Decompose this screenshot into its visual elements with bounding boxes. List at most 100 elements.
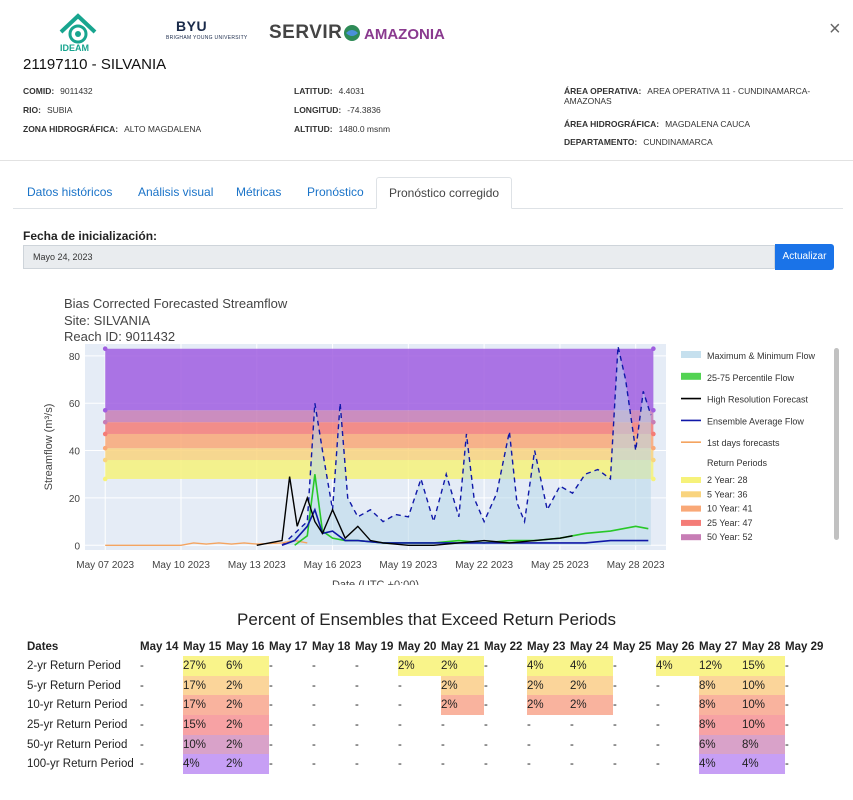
x-tick-label: May 22 2023	[455, 560, 513, 571]
legend-swatch-marker	[688, 492, 694, 497]
table-cell: -	[441, 738, 445, 751]
table-cell: 2%	[226, 715, 269, 735]
legend-label: 50 Year: 52	[707, 532, 753, 542]
table-cell: -	[441, 758, 445, 771]
legend-return-periods: Return Periods	[707, 458, 768, 468]
table-row: 50-yr Return Period -10% 2% - - - - - - - - - -6% 8% -	[27, 734, 828, 755]
table-cell: 8%	[699, 715, 742, 735]
table-cell: -	[484, 699, 488, 712]
table-cell: -	[355, 738, 359, 751]
tab-pronostico[interactable]: Pronóstico	[295, 177, 376, 207]
tab-datos-historicos[interactable]: Datos históricos	[15, 177, 124, 207]
table-cell: 2%	[226, 754, 269, 775]
table-cell: -	[140, 758, 144, 771]
return-period-marker	[651, 431, 656, 437]
meta-rio: RIO: SUBIA	[23, 105, 73, 115]
table-cell: -	[312, 679, 316, 692]
table-cell: -	[269, 699, 273, 712]
table-cell: -	[785, 659, 789, 672]
table-cell: 2%	[441, 675, 484, 696]
table-header-cell: Dates	[27, 640, 59, 653]
chart-title-block: Bias Corrected Forecasted Streamflow Sit…	[64, 296, 287, 346]
table-cell: -	[355, 699, 359, 712]
table-cell: 10%	[742, 715, 785, 735]
table-cell: -	[355, 718, 359, 731]
legend-label: 10 Year: 41	[707, 504, 753, 514]
x-tick-label: May 25 2023	[531, 560, 589, 571]
table-cell: -	[484, 718, 488, 731]
update-button[interactable]: Actualizar	[775, 244, 834, 270]
table-title: Percent of Ensembles that Exceed Return …	[237, 610, 616, 629]
table-cell: -	[527, 758, 531, 771]
tab-bar: Datos históricos Análisis visual Métrica…	[13, 177, 843, 209]
table-cell: -	[570, 718, 574, 731]
legend-scrollbar[interactable]	[834, 348, 839, 540]
meta-area-operativa: ÁREA OPERATIVA: AREA OPERATIVA 11 - CUNDI…	[564, 86, 811, 106]
x-tick-label: May 19 2023	[379, 560, 437, 571]
table-cell: -	[398, 679, 402, 692]
legend-label: Ensemble Average Flow	[707, 416, 804, 426]
tab-metricas[interactable]: Métricas	[224, 177, 293, 207]
table-cell: -	[785, 738, 789, 751]
table-cell: -	[484, 738, 488, 751]
close-icon[interactable]: ×	[829, 18, 841, 41]
legend-swatch	[681, 372, 701, 380]
table-cell: -	[785, 679, 789, 692]
byu-logo: BYU	[176, 18, 208, 34]
table-cell: -	[785, 699, 789, 712]
table-cell: 15%	[742, 656, 785, 676]
table-cell: -	[656, 679, 660, 692]
return-period-band	[105, 448, 654, 461]
table-cell: 12%	[699, 656, 742, 676]
table-cell: -	[140, 679, 144, 692]
table-cell: -	[312, 659, 316, 672]
table-header-cell: May 24	[570, 640, 609, 653]
table-cell: -	[613, 699, 617, 712]
legend-label: 25-75 Percentile Flow	[707, 373, 795, 383]
x-tick-label: May 16 2023	[304, 560, 362, 571]
table-cell: -	[570, 738, 574, 751]
table-cell: -	[269, 679, 273, 692]
table-cell: -	[785, 718, 789, 731]
row-label: 50-yr Return Period	[27, 738, 128, 751]
y-tick-label: 20	[69, 494, 81, 505]
table-cell: 2%	[570, 675, 613, 696]
table-cell: -	[355, 758, 359, 771]
table-header-cell: May 19	[355, 640, 394, 653]
table-cell: -	[398, 738, 402, 751]
meta-departamento: DEPARTAMENTO: CUNDINAMARCA	[564, 137, 713, 147]
row-label: 25-yr Return Period	[27, 718, 128, 731]
table-cell: -	[398, 718, 402, 731]
table-cell: 6%	[699, 734, 742, 755]
table-header-cell: May 28	[742, 640, 781, 653]
return-period-marker	[651, 346, 656, 352]
return-period-band	[105, 410, 654, 423]
return-period-marker	[102, 346, 108, 352]
table-cell: -	[140, 699, 144, 712]
legend-label: 25 Year: 47	[707, 518, 753, 528]
table-cell: 10%	[183, 734, 226, 755]
legend-label: 5 Year: 36	[707, 489, 748, 499]
table-cell: 2%	[441, 695, 484, 716]
return-period-marker	[102, 407, 108, 413]
table-cell: 2%	[226, 734, 269, 755]
legend-label: Maximum & Minimum Flow	[707, 351, 816, 361]
table-cell: 2%	[226, 695, 269, 716]
table-cell: -	[140, 718, 144, 731]
tab-analisis-visual[interactable]: Análisis visual	[126, 177, 225, 207]
table-cell: -	[355, 679, 359, 692]
x-tick-label: May 13 2023	[228, 560, 286, 571]
table-cell: -	[441, 718, 445, 731]
table-cell: -	[140, 738, 144, 751]
table-header-cell: May 16	[226, 640, 265, 653]
tab-pronostico-corregido[interactable]: Pronóstico corregido	[376, 177, 513, 209]
table-cell: 10%	[742, 695, 785, 716]
chart-subtitle-site: Site: SILVANIA	[64, 312, 151, 328]
table-cell: -	[613, 758, 617, 771]
table-cell: 2%	[570, 695, 613, 716]
date-input[interactable]: Mayo 24, 2023	[23, 245, 775, 269]
table-row: 100-yr Return Period -4% 2% - - - - - - - - - -4% 4% -	[27, 754, 828, 775]
meta-latitud: LATITUD: 4.4031	[294, 86, 365, 96]
table-cell: -	[269, 738, 273, 751]
return-period-table: Dates May 14 May 15 May 16 May 17 May 18 May 1…	[27, 637, 828, 775]
